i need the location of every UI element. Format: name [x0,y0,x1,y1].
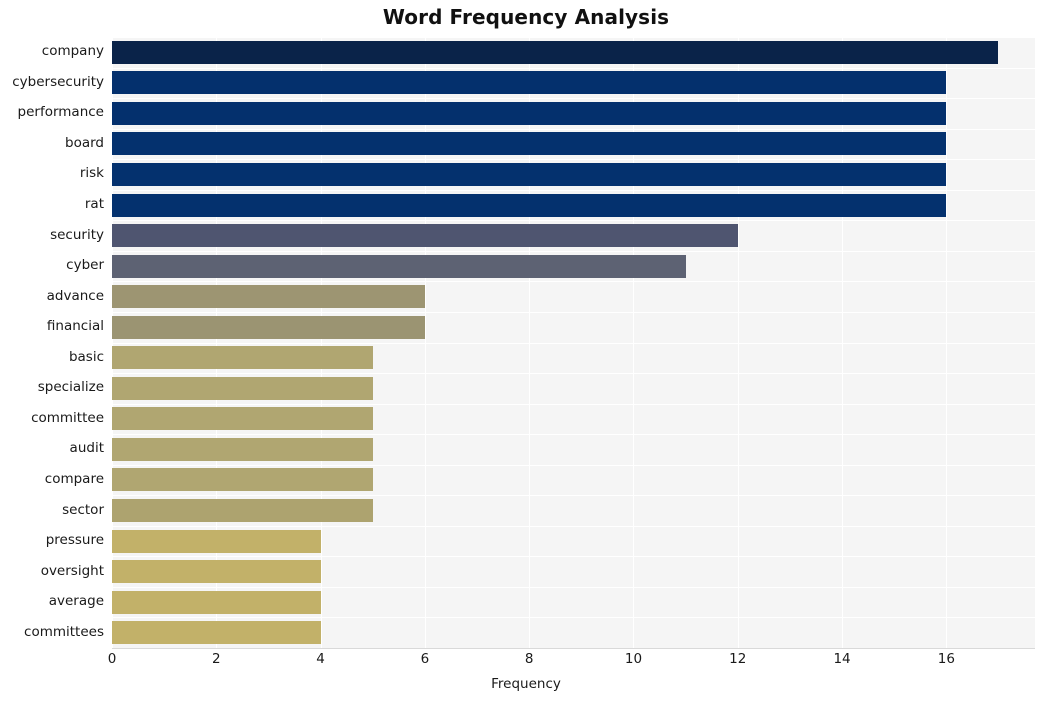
x-axis-tick-label: 4 [316,651,325,667]
y-axis-tick-labels: company cybersecurity performance board risk… [0,0,106,701]
y-axis-tick-label: specialize [37,379,104,396]
bar [112,437,373,461]
y-gridline [112,68,1035,69]
bar [112,162,947,186]
y-gridline [112,587,1035,588]
y-axis-tick-label: cyber [66,257,104,274]
y-gridline [112,343,1035,344]
x-axis-tick-label: 2 [211,651,221,667]
bar [112,193,947,217]
y-axis-tick-label: compare [44,470,104,487]
bar [112,315,425,339]
bar [112,254,686,278]
y-axis-tick-label: risk [79,165,104,182]
y-axis-tick-label: sector [62,501,104,518]
x-axis-tick-label: 8 [524,651,534,667]
chart-title: Word Frequency Analysis [382,5,670,29]
y-gridline [112,190,1035,191]
bar [112,71,947,95]
y-axis-tick-label: average [48,593,104,610]
y-axis-tick-label: financial [46,318,104,335]
y-axis-tick-label: oversight [40,562,104,579]
bar [112,468,373,492]
y-axis-tick-label: pressure [45,532,104,549]
x-axis-tick-label: 10 [624,651,643,667]
y-gridline [112,556,1035,557]
bar [112,376,373,400]
bar [112,499,373,523]
x-axis-tick-label: 16 [937,651,955,667]
x-axis-tick-label: 6 [420,651,430,667]
bar [112,346,373,370]
bar [112,529,321,553]
plot-area [112,37,1035,648]
bar [112,40,999,64]
y-axis-tick-label: committee [31,409,104,426]
x-axis-spine [112,648,1035,649]
y-gridline [112,617,1035,618]
bar [112,590,321,614]
y-gridline [112,465,1035,466]
x-axis-tick-label: 0 [107,651,117,667]
y-gridline [112,495,1035,496]
y-gridline [112,373,1035,374]
bar [112,224,738,248]
x-axis-tick-label: 12 [729,651,747,667]
y-axis-tick-label: rat [84,196,104,213]
y-gridline [112,526,1035,527]
bar [112,285,425,309]
x-axis-label: Frequency [491,676,561,692]
y-axis-tick-label: board [65,134,104,151]
y-gridline [112,404,1035,405]
y-axis-tick-label: committees [24,623,104,640]
y-gridline [112,129,1035,130]
y-gridline [112,312,1035,313]
y-gridline [112,281,1035,282]
bar [112,560,321,584]
y-gridline [112,159,1035,160]
x-axis-tick-label: 14 [833,651,851,667]
y-gridline [112,37,1035,38]
y-axis-tick-label: advance [46,287,104,304]
bar-chart-figure: Word Frequency Analysis company cybersecu… [0,0,1052,701]
bar [112,101,947,125]
bar [112,407,373,431]
y-axis-tick-label: basic [68,348,104,365]
y-gridline [112,434,1035,435]
y-axis-tick-label: company [41,43,104,60]
y-gridline [112,98,1035,99]
y-axis-tick-label: audit [69,440,104,457]
bar [112,132,947,156]
y-gridline [112,251,1035,252]
y-axis-tick-label: performance [17,104,104,121]
y-gridline [112,220,1035,221]
bar [112,621,321,645]
y-axis-tick-label: security [50,226,104,243]
y-axis-tick-label: cybersecurity [12,73,104,90]
